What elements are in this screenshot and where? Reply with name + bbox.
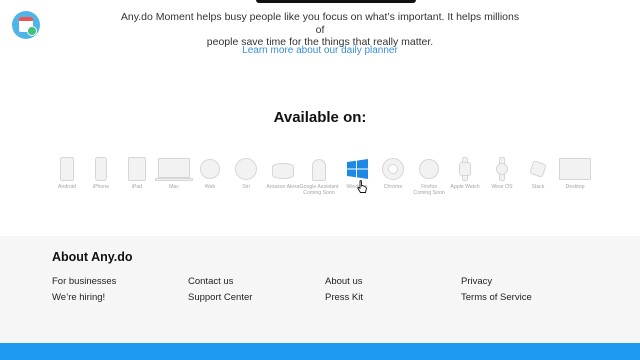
platform-siri[interactable]: Siri: [226, 154, 266, 190]
platform-label: Slack: [531, 184, 545, 190]
platform-desktop[interactable]: Desktop: [555, 154, 595, 190]
platform-firefox[interactable]: Firefox Coming Soon: [409, 154, 449, 196]
platform-label: iPad: [131, 184, 143, 190]
iphone-icon: [81, 154, 121, 184]
platform-wear-os[interactable]: Wear OS: [482, 154, 522, 190]
platform-google-assistant[interactable]: Google Assistant Coming Soon: [299, 154, 339, 196]
footer-title: About Any.do: [52, 250, 133, 264]
amazon-echo-icon: [263, 154, 303, 184]
intro-line-1: Any.do Moment helps busy people like you…: [120, 11, 520, 36]
learn-more-link[interactable]: Learn more about our daily planner: [0, 45, 640, 56]
platform-apple-watch[interactable]: Apple Watch: [445, 154, 485, 190]
google-home-icon: [299, 154, 339, 184]
bottom-accent-bar: [0, 343, 640, 360]
support-center-link[interactable]: Support Center: [188, 292, 252, 303]
platform-iphone[interactable]: iPhone: [81, 154, 121, 190]
siri-icon: [226, 154, 266, 184]
platform-ipad[interactable]: iPad: [117, 154, 157, 190]
platform-sublabel: Coming Soon: [303, 190, 335, 196]
platform-label: Wear OS: [491, 184, 513, 190]
platform-label: Web: [204, 184, 216, 190]
desktop-monitor-icon: [555, 154, 595, 184]
chrome-icon: [373, 154, 413, 184]
about-us-link[interactable]: About us: [325, 276, 363, 287]
platform-sublabel: Coming Soon: [413, 190, 445, 196]
platform-label: Chrome: [383, 184, 403, 190]
privacy-link[interactable]: Privacy: [461, 276, 492, 287]
platform-amazon-alexa[interactable]: Amazon Alexa: [263, 154, 303, 190]
platform-mac[interactable]: Mac: [154, 154, 194, 190]
footer: About Any.do For businesses We’re hiring…: [0, 236, 640, 343]
wear-os-watch-icon: [482, 154, 522, 184]
mac-laptop-icon: [154, 154, 194, 184]
intro-text: Any.do Moment helps busy people like you…: [120, 11, 520, 49]
platform-label: Apple Watch: [450, 184, 480, 190]
hand-pointer-cursor-icon: [357, 180, 367, 194]
apple-watch-icon: [445, 154, 485, 184]
contact-us-link[interactable]: Contact us: [188, 276, 233, 287]
platform-label: Desktop: [565, 184, 585, 190]
platform-label: Siri: [242, 184, 250, 190]
platform-slack[interactable]: Slack: [518, 154, 558, 190]
anydo-logo-icon[interactable]: [12, 11, 40, 39]
platform-web[interactable]: Web: [190, 154, 230, 190]
web-compass-icon: [190, 154, 230, 184]
for-businesses-link[interactable]: For businesses: [52, 276, 116, 287]
press-kit-link[interactable]: Press Kit: [325, 292, 363, 303]
terms-of-service-link[interactable]: Terms of Service: [461, 292, 532, 303]
slack-icon: [518, 154, 558, 184]
available-on-heading: Available on:: [273, 109, 367, 126]
platform-label: Amazon Alexa: [266, 184, 300, 190]
check-badge-icon: [27, 26, 37, 36]
platform-chrome[interactable]: Chrome: [373, 154, 413, 190]
platform-label: Mac: [169, 184, 179, 190]
cropped-heading-fragment: [256, 0, 416, 3]
platform-label: iPhone: [92, 184, 110, 190]
ipad-icon: [117, 154, 157, 184]
platform-list: Android iPhone iPad Mac Web Siri Amazon …: [47, 154, 603, 204]
calendar-header-shape: [19, 17, 33, 21]
firefox-icon: [409, 154, 449, 184]
hiring-link[interactable]: We’re hiring!: [52, 292, 105, 303]
